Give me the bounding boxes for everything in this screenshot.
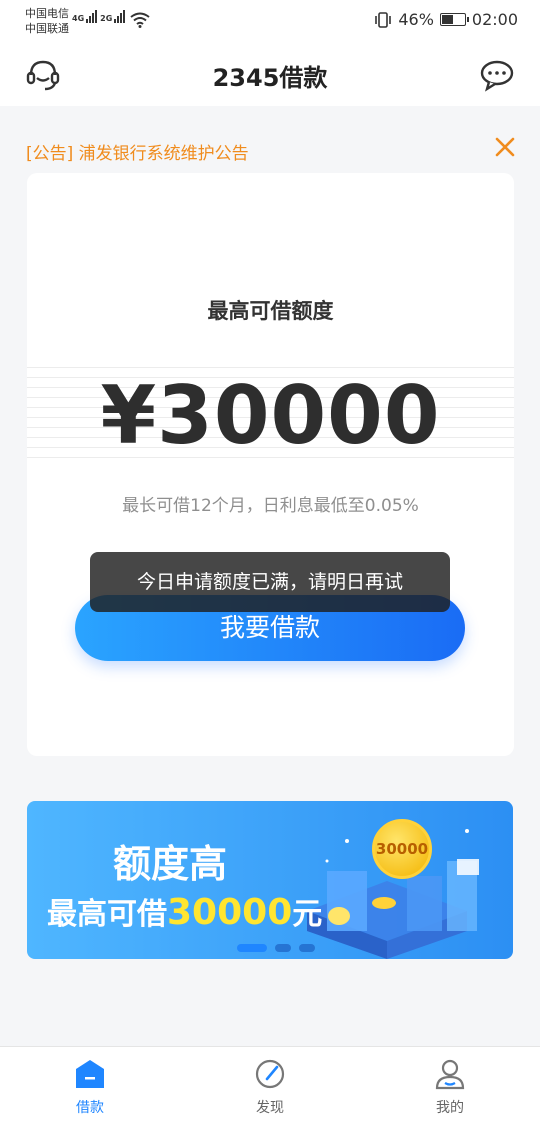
banner-subtitle: 最高可借30000元 bbox=[47, 892, 323, 933]
tab-loan[interactable]: 借款 bbox=[0, 1047, 180, 1122]
carousel-dot-active bbox=[237, 944, 267, 952]
carousel-dot bbox=[275, 944, 291, 952]
carousel-dot bbox=[299, 944, 315, 952]
banner-title: 额度高 bbox=[113, 842, 228, 886]
carrier-1: 中国电信 bbox=[25, 7, 69, 20]
tab-mine[interactable]: 我的 bbox=[360, 1047, 540, 1122]
signal-1-icon: 4G bbox=[72, 10, 98, 23]
clock: 02:00 bbox=[471, 10, 518, 29]
credit-label: 最高可借额度 bbox=[207, 299, 334, 323]
battery-icon bbox=[439, 13, 469, 26]
carousel-indicator bbox=[237, 944, 315, 952]
carrier-names: 中国电信 中国联通 bbox=[25, 6, 69, 36]
carrier-2: 中国联通 bbox=[25, 22, 69, 35]
notice-text[interactable]: [公告] 浦发银行系统维护公告 bbox=[26, 139, 249, 164]
notice-bar[interactable]: [公告] 浦发银行系统维护公告 bbox=[0, 106, 540, 168]
page-title: 2345借款 bbox=[212, 64, 328, 92]
status-bar: 中国电信 中国联通 4G 2G 46% 02:00 bbox=[0, 0, 540, 44]
home-icon bbox=[76, 1060, 104, 1088]
vibrate-icon bbox=[375, 11, 392, 28]
isometric-city-illustration bbox=[307, 829, 479, 959]
wifi-icon bbox=[130, 12, 150, 28]
message-icon[interactable] bbox=[479, 58, 515, 92]
compass-icon bbox=[255, 1059, 285, 1089]
credit-card-panel: 最高可借额度 ¥30000 最长可借12个月，日利息最低至0.05% 我要借款 bbox=[27, 173, 514, 756]
status-right: 46% 02:00 bbox=[374, 10, 518, 29]
credit-amount: ¥30000 bbox=[100, 369, 441, 462]
user-icon bbox=[435, 1059, 465, 1090]
tab-label: 发现 bbox=[256, 1100, 284, 1116]
tab-label: 我的 bbox=[436, 1100, 464, 1116]
bottom-tab-bar: 借款 发现 我的 bbox=[0, 1046, 540, 1122]
close-icon[interactable] bbox=[494, 136, 516, 158]
promo-banner[interactable]: 30000 额度高 最高可借30000元 bbox=[27, 801, 513, 959]
signal-indicators: 4G 2G bbox=[72, 10, 126, 23]
tab-discover[interactable]: 发现 bbox=[180, 1047, 360, 1122]
loan-terms: 最长可借12个月，日利息最低至0.05% bbox=[122, 496, 419, 516]
tab-label: 借款 bbox=[76, 1100, 104, 1116]
battery-percent: 46% bbox=[398, 10, 434, 29]
signal-2-icon: 2G bbox=[100, 10, 126, 23]
coin-icon: 30000 bbox=[372, 819, 432, 879]
toast-message: 今日申请额度已满，请明日再试 bbox=[90, 552, 450, 612]
app-header: 2345借款 bbox=[0, 44, 540, 106]
